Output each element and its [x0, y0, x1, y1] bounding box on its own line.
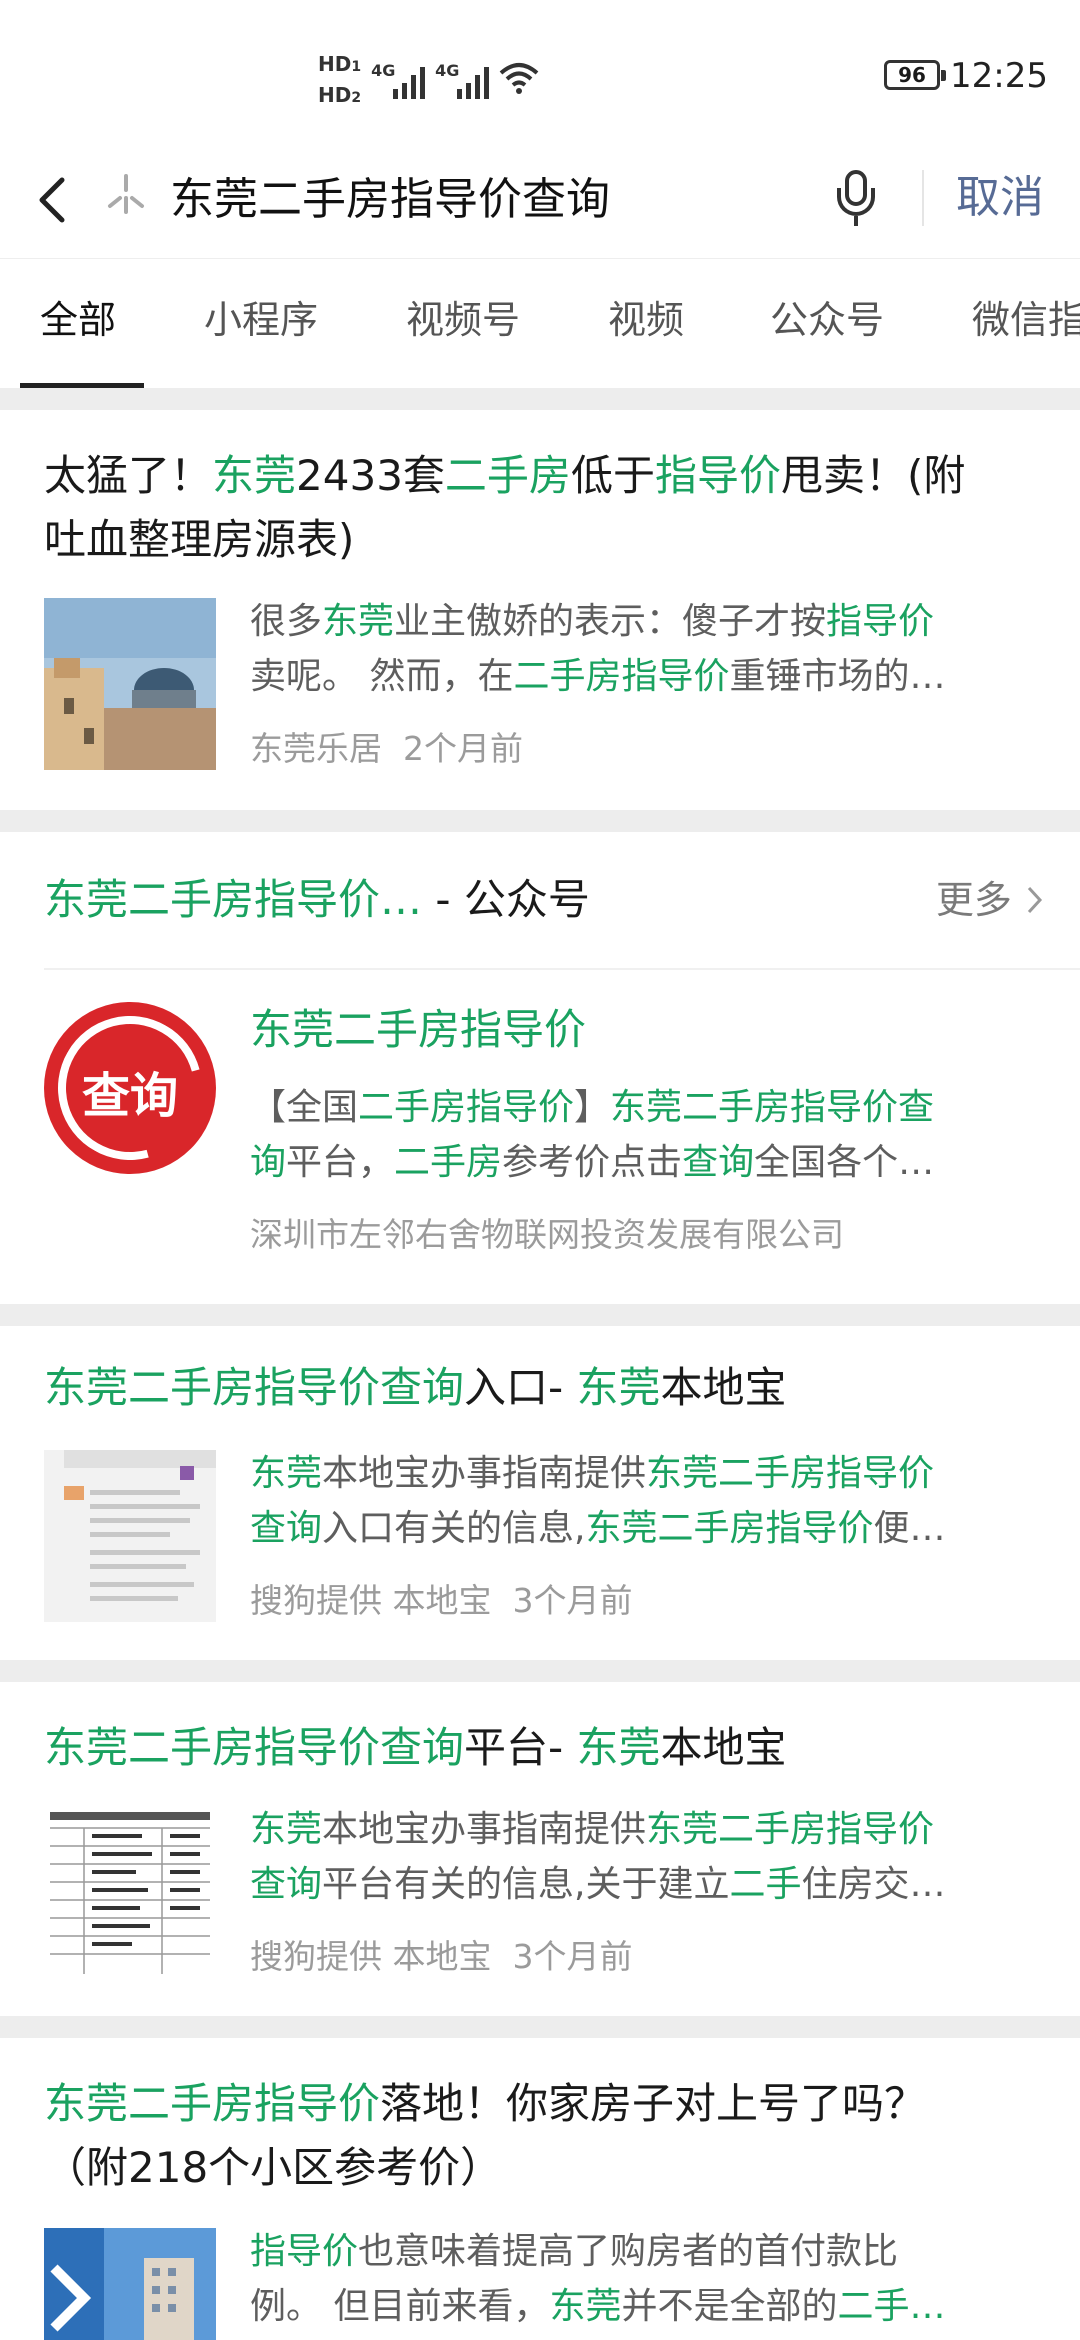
result-snippet: 东莞本地宝办事指南提供东莞二手房指导价 — [250, 1809, 935, 1850]
cell-signal-icon: 4G — [371, 61, 426, 99]
clock: 12:25 — [950, 56, 1048, 96]
battery-level: 96 — [898, 63, 926, 87]
result-snippet: 指导价也意味着提高了购房者的首付款比 — [250, 2231, 899, 2272]
account-company: 深圳市左邻右舍物联网投资发展有限公司 — [250, 1215, 844, 1254]
result-time: 3个月前 — [512, 1937, 633, 1976]
result-source: 搜狗提供 本地宝 — [250, 1581, 492, 1620]
battery-icon: 96 — [884, 60, 946, 90]
tab-mini-program[interactable]: 小程序 — [204, 295, 318, 345]
account-name[interactable]: 东莞二手房指导价 — [250, 1000, 586, 1060]
result-thumbnail — [44, 1450, 216, 1622]
section-title[interactable]: 东莞二手房指导价… - 公众号 — [44, 870, 590, 930]
search-input[interactable]: 东莞二手房指导价查询 — [170, 168, 610, 232]
back-icon[interactable] — [32, 170, 72, 242]
result-source: 搜狗提供 本地宝 — [250, 1937, 492, 1976]
divider — [0, 810, 1080, 832]
cancel-button[interactable]: 取消 — [956, 166, 1044, 230]
result-title: 东莞二手房指导价查询入口- 东莞本地宝 — [44, 1363, 787, 1412]
result-title: 东莞二手房指导价落地！你家房子对上号了吗？ （附218个小区参考价） — [44, 2079, 927, 2192]
result-source: 东莞乐居 — [250, 729, 382, 768]
tab-channels[interactable]: 视频号 — [406, 295, 520, 345]
chevron-right-icon — [1027, 886, 1043, 914]
wifi-icon — [499, 61, 539, 102]
tab-wechat-index[interactable]: 微信指 — [972, 295, 1080, 345]
cell-signal-icon-2: 4G — [435, 61, 490, 99]
divider — [0, 1660, 1080, 1682]
signal-indicators: HD1 HD2 4G 4G — [318, 50, 539, 112]
account-description: 【全国二手房指导价】东莞二手房指导价查 — [250, 1087, 935, 1128]
result-thumbnail — [44, 2228, 216, 2340]
search-result-article[interactable]: 太猛了！东莞2433套二手房低于指导价甩卖！(附 吐血整理房源表) 很多东莞业主傲… — [0, 410, 1080, 810]
microphone-icon[interactable] — [836, 166, 876, 230]
result-time: 3个月前 — [512, 1581, 633, 1620]
search-result-article[interactable]: 东莞二手房指导价查询平台- 东莞本地宝 东莞本地宝办事指南提供东莞二手房指导价 … — [0, 1682, 1080, 2016]
result-meta: 东莞乐居 2个月前 — [250, 722, 523, 770]
divider — [0, 1304, 1080, 1326]
hd-icon: HD1 HD2 — [318, 52, 362, 107]
result-snippet-line2: 例。 但目前来看，东莞并不是全部的二手… — [250, 2286, 946, 2327]
account-logo[interactable]: 查询 — [31, 989, 229, 1187]
search-sparkle-icon — [104, 172, 148, 216]
result-snippet-line2: 查询平台有关的信息,关于建立二手住房交… — [250, 1864, 946, 1905]
separator — [44, 968, 1080, 970]
tab-all[interactable]: 全部 — [40, 295, 116, 345]
result-snippet: 很多东莞业主傲娇的表示：傻子才按指导价 — [250, 601, 935, 642]
search-result-article[interactable]: 东莞二手房指导价查询入口- 东莞本地宝 东莞本地宝办事指南提供东莞二手房指导价 … — [0, 1326, 1080, 1660]
search-result-article[interactable]: 东莞二手房指导价落地！你家房子对上号了吗？ （附218个小区参考价） 指导价也意味… — [0, 2038, 1080, 2340]
result-meta: 搜狗提供 本地宝 3个月前 — [250, 1930, 632, 1978]
status-bar: HD1 HD2 4G 4G 96 12:25 — [0, 0, 1080, 150]
separator — [922, 170, 924, 226]
result-meta: 搜狗提供 本地宝 3个月前 — [250, 1574, 632, 1622]
result-snippet-line2: 卖呢。 然而，在二手房指导价重锤市场的… — [250, 656, 946, 697]
result-title: 东莞二手房指导价查询平台- 东莞本地宝 — [44, 1723, 787, 1772]
search-bar: 东莞二手房指导价查询 取消 — [0, 150, 1080, 258]
result-thumbnail — [44, 598, 216, 770]
result-snippet: 东莞本地宝办事指南提供东莞二手房指导价 — [250, 1453, 935, 1494]
more-button[interactable]: 更多 — [936, 872, 1046, 928]
result-snippet-line2: 查询入口有关的信息,东莞二手房指导价便… — [250, 1508, 946, 1549]
tab-videos[interactable]: 视频 — [608, 295, 684, 345]
divider — [0, 388, 1080, 410]
category-tabs: 全部 小程序 视频号 视频 公众号 微信指 — [0, 258, 1080, 389]
divider — [0, 2016, 1080, 2038]
official-account-section: 东莞二手房指导价… - 公众号 更多 查询 东莞二手房指导价 【全国二手房指导价… — [0, 832, 1080, 1304]
result-title: 太猛了！东莞2433套二手房低于指导价甩卖！(附 吐血整理房源表) — [44, 451, 966, 564]
result-thumbnail — [44, 1806, 216, 1978]
account-description-line2: 询平台，二手房参考价点击查询全国各个… — [250, 1142, 935, 1183]
result-time: 2个月前 — [402, 729, 523, 768]
tab-official-accounts[interactable]: 公众号 — [770, 295, 884, 345]
